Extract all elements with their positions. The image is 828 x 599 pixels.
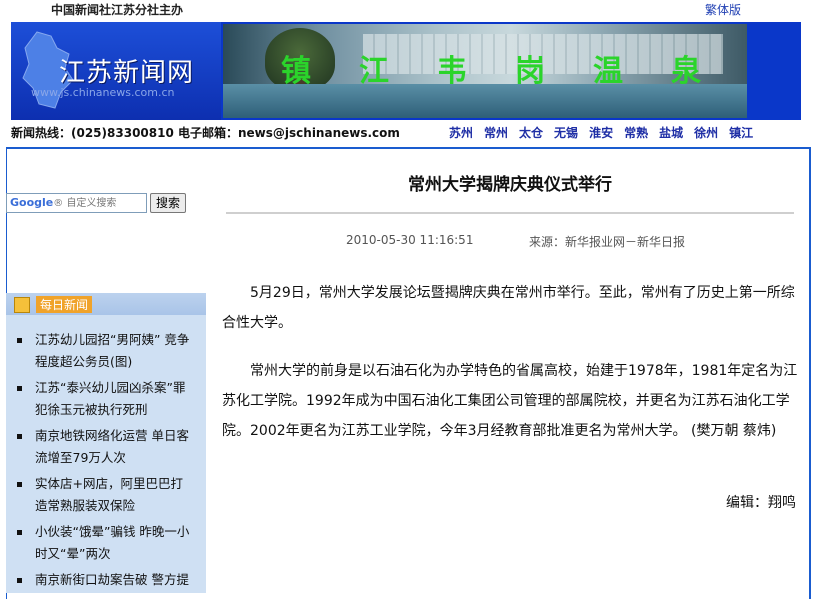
city-link[interactable]: 镇江 xyxy=(729,124,753,141)
traditional-chinese-link[interactable]: 繁体版 xyxy=(705,1,741,18)
city-link[interactable]: 盐城 xyxy=(659,124,683,141)
search-button[interactable]: 搜索 xyxy=(150,193,186,213)
news-item-text[interactable]: 南京新街口劫案告破 警方提 xyxy=(35,572,189,587)
news-item-text[interactable]: 江苏“泰兴幼儿园凶杀案”罪犯徐玉元被执行死刑 xyxy=(35,380,185,417)
banner-ad-image[interactable]: 镇 江 韦 岗 温 泉 xyxy=(223,24,747,118)
banner-right-strip xyxy=(749,24,799,118)
news-item-text[interactable]: 江苏幼儿园招“男阿姨” 竞争程度超公务员(图) xyxy=(35,332,189,369)
ad-char: 泉 xyxy=(671,54,701,89)
article-source: 来源：新华报业网－新华日报 xyxy=(529,235,686,249)
site-name: 江苏新闻网 xyxy=(59,58,195,88)
news-item[interactable]: 小伙装“饿晕”骗钱 昨晚一小时又“晕”两次 xyxy=(6,521,195,565)
news-item[interactable]: 实体店+网店，阿里巴巴打造常熟服装双保险 xyxy=(6,473,195,517)
ad-char: 江 xyxy=(359,54,389,89)
bullet-icon xyxy=(17,578,22,583)
ad-char: 镇 xyxy=(281,54,311,89)
site-url: www.js.chinanews.com.cn xyxy=(31,86,175,99)
google-logo-icon: Google xyxy=(10,196,54,209)
daily-news-title: 每日新闻 xyxy=(36,296,93,313)
bullet-icon xyxy=(17,530,22,535)
article-editor: 编辑：翔鸣 xyxy=(726,495,796,511)
city-link[interactable]: 常熟 xyxy=(624,124,648,141)
title-divider xyxy=(226,212,794,214)
article-paragraph: 常州大学的前身是以石油石化为办学特色的省属高校，始建于1978年，1981年定名… xyxy=(222,363,798,439)
site-logo[interactable]: 江苏新闻网 www.js.chinanews.com.cn xyxy=(11,22,221,120)
top-bar: 中国新闻社江苏分社主办 繁体版 xyxy=(0,0,828,20)
city-link[interactable]: 太仓 xyxy=(519,124,543,141)
bullet-icon xyxy=(17,482,22,487)
city-link[interactable]: 淮安 xyxy=(589,124,613,141)
daily-news-header: 每日新闻 xyxy=(6,293,206,315)
hotline-bar: 新闻热线：(025)83300810 电子邮箱：news@jschinanews… xyxy=(11,123,801,141)
bullet-icon xyxy=(17,338,22,343)
ad-char: 温 xyxy=(593,54,623,89)
news-item-text[interactable]: 小伙装“饿晕”骗钱 昨晚一小时又“晕”两次 xyxy=(35,524,189,561)
hotline-text: 新闻热线：(025)83300810 电子邮箱：news@jschinanews… xyxy=(11,126,400,140)
ad-slogan: 镇 江 韦 岗 温 泉 xyxy=(223,46,747,89)
article-paragraph: 5月29日，常州大学发展论坛暨揭牌庆典在常州市举行。至此，常州有了历史上第一所综… xyxy=(222,285,795,331)
header-banner: 江苏新闻网 www.js.chinanews.com.cn 镇 江 韦 岗 温 … xyxy=(11,22,801,120)
news-item[interactable]: 江苏“泰兴幼儿园凶杀案”罪犯徐玉元被执行死刑 xyxy=(6,377,195,421)
ad-char: 岗 xyxy=(515,54,545,89)
news-item-text[interactable]: 实体店+网店，阿里巴巴打造常熟服装双保险 xyxy=(35,476,183,513)
article-title: 常州大学揭牌庆典仪式举行 xyxy=(408,175,612,195)
daily-news-list: 江苏幼儿园招“男阿姨” 竞争程度超公务员(图) 江苏“泰兴幼儿园凶杀案”罪犯徐玉… xyxy=(6,329,206,595)
news-item[interactable]: 南京新街口劫案告破 警方提 xyxy=(6,569,195,591)
city-link[interactable]: 无锡 xyxy=(554,124,578,141)
search-input[interactable]: Google® 自定义搜索 xyxy=(6,193,147,213)
city-link[interactable]: 徐州 xyxy=(694,124,718,141)
news-icon xyxy=(14,297,30,313)
ad-char: 韦 xyxy=(437,54,467,89)
search-placeholder: 自定义搜索 xyxy=(66,198,117,209)
publish-date: 2010-05-30 11:16:51 xyxy=(346,233,474,247)
city-link[interactable]: 苏州 xyxy=(449,124,473,141)
news-item[interactable]: 南京地铁网络化运营 单日客流增至79万人次 xyxy=(6,425,195,469)
organizer-text: 中国新闻社江苏分社主办 xyxy=(51,3,184,17)
daily-news-panel: 每日新闻 江苏幼儿园招“男阿姨” 竞争程度超公务员(图) 江苏“泰兴幼儿园凶杀案… xyxy=(6,293,206,593)
city-link[interactable]: 常州 xyxy=(484,124,508,141)
news-item-text[interactable]: 南京地铁网络化运营 单日客流增至79万人次 xyxy=(35,428,189,465)
news-item[interactable]: 江苏幼儿园招“男阿姨” 竞争程度超公务员(图) xyxy=(6,329,195,373)
bullet-icon xyxy=(17,434,22,439)
city-nav: 苏州 常州 太仓 无锡 淮安 常熟 盐城 徐州 镇江 xyxy=(449,124,764,141)
bullet-icon xyxy=(17,386,22,391)
